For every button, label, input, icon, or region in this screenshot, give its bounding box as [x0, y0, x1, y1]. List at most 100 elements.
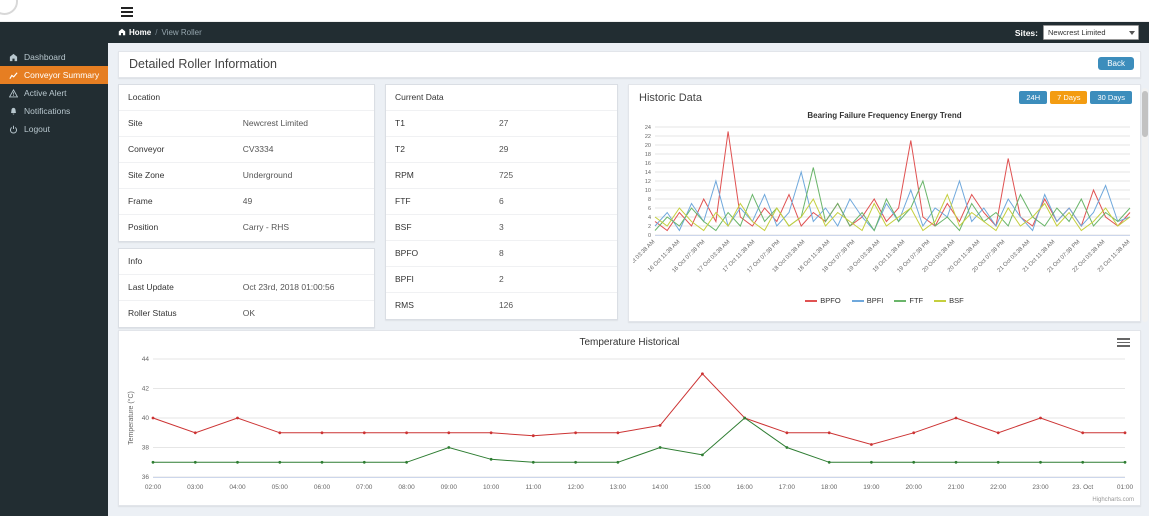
row-value: CV3334 — [234, 137, 374, 162]
row-label: FTF — [386, 189, 490, 214]
sidebar-item-label: Active Alert — [24, 88, 67, 98]
sidebar-item-conveyor-summary[interactable]: Conveyor Summary — [0, 66, 108, 84]
table-header-row: Current Data — [386, 85, 617, 111]
table-row: T127 — [386, 111, 617, 137]
scrollbar-track — [1142, 88, 1148, 322]
sidebar-item-label: Conveyor Summary — [24, 70, 99, 80]
svg-text:22:00: 22:00 — [990, 484, 1007, 491]
svg-text:17:00: 17:00 — [779, 484, 796, 491]
alert-icon — [9, 89, 19, 98]
svg-text:10:00: 10:00 — [483, 484, 500, 491]
table-row: BSF3 — [386, 215, 617, 241]
chart-icon — [9, 71, 19, 80]
legend-line-icon — [894, 300, 906, 302]
svg-text:0: 0 — [648, 233, 651, 239]
row-value: 8 — [490, 241, 617, 266]
chart-context-menu-icon[interactable] — [1117, 338, 1130, 349]
sidebar-item-dashboard[interactable]: Dashboard — [0, 48, 108, 66]
table-header-label: Current Data — [386, 85, 617, 110]
sidebar-item-logout[interactable]: Logout — [0, 120, 108, 138]
sidebar-nav: Dashboard Conveyor Summary Active Alert Not… — [0, 22, 108, 138]
breadcrumb-home[interactable]: Home — [118, 28, 151, 38]
info-table: InfoLast UpdateOct 23rd, 2018 01:00:56Ro… — [118, 248, 375, 328]
svg-text:24: 24 — [645, 125, 651, 131]
row-value: 49 — [234, 189, 374, 214]
sidebar: Dashboard Conveyor Summary Active Alert Not… — [0, 22, 108, 516]
svg-text:07:00: 07:00 — [356, 484, 373, 491]
page-title-card: Detailed Roller Information Back — [118, 51, 1141, 78]
top-header — [0, 0, 1149, 22]
svg-text:09:00: 09:00 — [441, 484, 458, 491]
breadcrumb-bar: Home / View Roller Sites: Newcrest Limit… — [108, 22, 1149, 43]
svg-text:08:00: 08:00 — [398, 484, 415, 491]
table-header-label: Location — [119, 85, 374, 110]
row-label: Site Zone — [119, 163, 234, 188]
svg-text:18:00: 18:00 — [821, 484, 838, 491]
svg-text:40: 40 — [142, 415, 150, 422]
bearing-chart-title: Bearing Failure Frequency Energy Trend — [629, 111, 1140, 120]
svg-text:23:00: 23:00 — [1032, 484, 1049, 491]
row-label: T1 — [386, 111, 490, 136]
back-button[interactable]: Back — [1098, 57, 1134, 70]
row-label: Frame — [119, 189, 234, 214]
legend-item-ftf[interactable]: FTF — [894, 296, 923, 305]
table-row: PositionCarry - RHS — [119, 215, 374, 241]
sidebar-item-notifications[interactable]: Notifications — [0, 102, 108, 120]
svg-text:06:00: 06:00 — [314, 484, 331, 491]
row-value: Carry - RHS — [234, 215, 374, 241]
svg-text:38: 38 — [142, 445, 150, 452]
row-label: BPFI — [386, 267, 490, 292]
bell-icon — [9, 107, 19, 116]
table-row: BPFI2 — [386, 267, 617, 293]
range-button-7-days[interactable]: 7 Days — [1050, 91, 1087, 104]
legend-item-bpfo[interactable]: BPFO — [805, 296, 840, 305]
highcharts-credit[interactable]: Highcharts.com — [1092, 497, 1134, 503]
table-row: BPFO8 — [386, 241, 617, 267]
sidebar-item-label: Logout — [24, 124, 50, 134]
range-button-30-days[interactable]: 30 Days — [1090, 91, 1132, 104]
svg-text:20:00: 20:00 — [906, 484, 923, 491]
row-label: Last Update — [119, 275, 234, 300]
row-value: Newcrest Limited — [234, 111, 374, 136]
sidebar-item-active-alert[interactable]: Active Alert — [0, 84, 108, 102]
svg-text:04:00: 04:00 — [229, 484, 246, 491]
row-value: 29 — [490, 137, 617, 162]
svg-text:4: 4 — [648, 215, 651, 221]
svg-text:36: 36 — [142, 474, 150, 481]
historic-data-card: Historic Data 24H7 Days30 Days Bearing F… — [628, 84, 1141, 322]
table-row: ConveyorCV3334 — [119, 137, 374, 163]
svg-text:15:00: 15:00 — [694, 484, 711, 491]
svg-text:11:00: 11:00 — [525, 484, 541, 491]
row-label: T2 — [386, 137, 490, 162]
legend-item-bsf[interactable]: BSF — [934, 296, 964, 305]
svg-text:01:00: 01:00 — [1117, 484, 1134, 491]
svg-text:12:00: 12:00 — [567, 484, 584, 491]
breadcrumb-current: View Roller — [161, 28, 201, 37]
table-row: SiteNewcrest Limited — [119, 111, 374, 137]
table-row: T229 — [386, 137, 617, 163]
svg-text:16:00: 16:00 — [737, 484, 754, 491]
row-label: Conveyor — [119, 137, 234, 162]
legend-item-bpfi[interactable]: BPFI — [852, 296, 884, 305]
table-row: Last UpdateOct 23rd, 2018 01:00:56 — [119, 275, 374, 301]
table-row: RPM725 — [386, 163, 617, 189]
row-value: 27 — [490, 111, 617, 136]
row-label: BSF — [386, 215, 490, 240]
temperature-chart-title: Temperature Historical — [119, 337, 1140, 348]
svg-text:21:00: 21:00 — [948, 484, 965, 491]
table-header-row: Location — [119, 85, 374, 111]
table-row: Site ZoneUnderground — [119, 163, 374, 189]
sidebar-toggle-button[interactable] — [121, 7, 133, 19]
site-select[interactable]: Newcrest Limited — [1043, 25, 1139, 40]
svg-text:22: 22 — [645, 134, 651, 140]
svg-text:Temperature (°C): Temperature (°C) — [127, 391, 135, 445]
breadcrumb-separator: / — [155, 28, 157, 37]
svg-text:2: 2 — [648, 224, 651, 230]
legend-line-icon — [852, 300, 864, 302]
row-label: Site — [119, 111, 234, 136]
row-value: Oct 23rd, 2018 01:00:56 — [234, 275, 374, 300]
range-button-24h[interactable]: 24H — [1019, 91, 1047, 104]
svg-text:23. Oct: 23. Oct — [1072, 484, 1093, 491]
scrollbar-thumb[interactable] — [1142, 91, 1148, 137]
svg-text:13:00: 13:00 — [610, 484, 627, 491]
